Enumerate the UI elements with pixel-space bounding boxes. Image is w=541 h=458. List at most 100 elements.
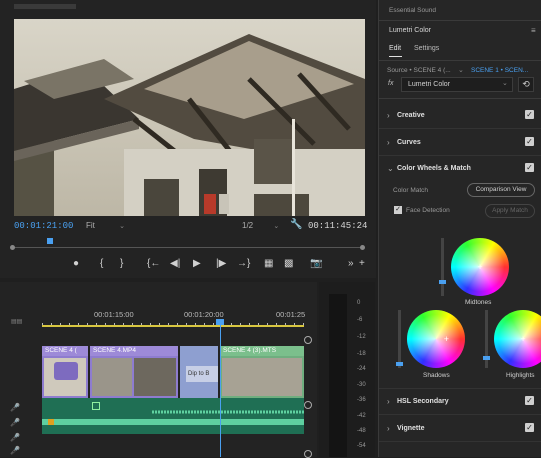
- extract-icon[interactable]: ▩: [284, 258, 293, 269]
- db-label: -48: [357, 428, 366, 434]
- lift-icon[interactable]: ▦: [264, 258, 273, 269]
- clip-title: SCENE 4 (3).MTS: [220, 346, 304, 356]
- highlights-slider[interactable]: [483, 310, 490, 368]
- section-color-wheels[interactable]: ⌄ Color Wheels & Match ✓: [387, 163, 534, 177]
- chevron-right-icon: ›: [387, 424, 390, 433]
- export-frame-icon[interactable]: 📷: [310, 258, 322, 269]
- more-icon[interactable]: »: [348, 258, 354, 269]
- crosshair-icon: +: [477, 262, 483, 272]
- enable-checkbox[interactable]: ✓: [525, 137, 534, 146]
- marker-icon[interactable]: ●: [73, 258, 79, 269]
- panel-menu-icon[interactable]: ≡: [531, 26, 536, 35]
- quality-dropdown[interactable]: 1/2 ⌄: [242, 221, 279, 230]
- quality-label: 1/2: [242, 221, 254, 230]
- apply-match-button[interactable]: Apply Match: [485, 204, 535, 218]
- db-label: -30: [357, 382, 366, 388]
- ruler-label: 00:01:20:00: [184, 310, 224, 319]
- midtones-wheel[interactable]: +: [451, 238, 509, 296]
- comparison-view-button[interactable]: Comparison View: [467, 183, 535, 197]
- track-end-handle[interactable]: [304, 401, 312, 409]
- duration-timecode: 00:11:45:24: [308, 221, 368, 231]
- section-label: HSL Secondary: [397, 398, 449, 405]
- section-label: Vignette: [397, 425, 425, 432]
- zoom-left-handle[interactable]: [10, 245, 15, 250]
- step-back-icon[interactable]: ◀|: [170, 258, 180, 269]
- section-label: Color Wheels & Match: [397, 165, 471, 172]
- tab-edit[interactable]: Edit: [389, 45, 401, 52]
- shadows-label: Shadows: [423, 372, 450, 379]
- source-selector[interactable]: Source • SCENE 4 (...: [387, 67, 451, 74]
- chevron-down-icon: ⌄: [119, 223, 125, 230]
- highlights-label: Highlights: [506, 372, 535, 379]
- section-vignette[interactable]: › Vignette ✓: [387, 423, 534, 437]
- fx-icon: fx: [388, 80, 394, 87]
- chevron-right-icon: ›: [387, 111, 390, 120]
- in-point-icon[interactable]: {: [100, 258, 103, 269]
- enable-checkbox[interactable]: ✓: [525, 163, 534, 172]
- reset-icon[interactable]: ⟲: [518, 77, 534, 92]
- chevron-down-icon: ⌄: [387, 164, 394, 173]
- effect-name: Lumetri Color: [408, 81, 451, 88]
- effect-dropdown[interactable]: Lumetri Color ⌄: [401, 77, 513, 92]
- out-point-icon[interactable]: }: [120, 258, 123, 269]
- chevron-down-icon: ⌄: [273, 223, 280, 230]
- transition-clip[interactable]: Dip to B: [180, 346, 218, 398]
- tab-settings[interactable]: Settings: [414, 45, 439, 52]
- step-forward-icon[interactable]: |▶: [216, 258, 226, 269]
- db-label: -24: [357, 366, 366, 372]
- audio-track[interactable]: [42, 398, 304, 434]
- db-label: -36: [357, 397, 366, 403]
- microphone-icon[interactable]: 🎤: [10, 446, 20, 455]
- timeline-settings-icon[interactable]: ▤▤: [11, 318, 22, 325]
- enable-checkbox[interactable]: ✓: [525, 423, 534, 432]
- db-label: -42: [357, 413, 366, 419]
- wrench-icon[interactable]: 🔧: [290, 219, 302, 230]
- scrub-bar[interactable]: [10, 236, 365, 250]
- building-image: [14, 19, 365, 216]
- fit-dropdown[interactable]: Fit ⌄: [86, 221, 125, 230]
- play-icon[interactable]: ▶: [193, 258, 201, 269]
- db-label: -12: [357, 334, 366, 340]
- shadows-wheel[interactable]: +: [407, 310, 465, 368]
- video-clip[interactable]: SCENE 4.MP4: [90, 346, 178, 398]
- transition-label: Dip to B: [186, 366, 218, 382]
- shadows-slider[interactable]: [396, 310, 403, 368]
- db-label: -18: [357, 351, 366, 357]
- section-creative[interactable]: › Creative ✓: [387, 110, 534, 124]
- audio-waveform: [42, 398, 304, 434]
- crosshair-icon: +: [443, 334, 450, 344]
- midtones-slider[interactable]: [439, 238, 446, 296]
- section-curves[interactable]: › Curves ✓: [387, 137, 534, 151]
- track-end-handle[interactable]: [304, 336, 312, 344]
- playhead-handle[interactable]: [47, 238, 53, 244]
- monitor-tab[interactable]: [14, 4, 76, 9]
- highlights-wheel[interactable]: +: [494, 310, 541, 368]
- timeline-ruler[interactable]: 00:01:15:00 00:01:20:00 00:01:25: [42, 304, 305, 328]
- keyframe-icon[interactable]: [92, 402, 100, 410]
- video-clip[interactable]: SCENE 4 (3).MTS: [220, 346, 304, 398]
- clip-title: SCENE 4 (: [42, 346, 88, 356]
- section-hsl-secondary[interactable]: › HSL Secondary ✓: [387, 396, 534, 410]
- zoom-right-handle[interactable]: [360, 245, 365, 250]
- color-match-label: Color Match: [393, 187, 429, 194]
- panel-title[interactable]: Lumetri Color: [389, 27, 431, 34]
- go-to-in-icon[interactable]: {←: [147, 258, 160, 269]
- microphone-icon[interactable]: 🎤: [10, 403, 20, 412]
- add-icon[interactable]: +: [359, 258, 365, 269]
- microphone-icon[interactable]: 🎤: [10, 418, 20, 427]
- microphone-icon[interactable]: 🎤: [10, 433, 20, 442]
- sequence-selector[interactable]: SCENE 1 • SCEN...: [471, 67, 528, 74]
- go-to-out-icon[interactable]: →}: [237, 258, 250, 269]
- essential-sound-tab[interactable]: Essential Sound: [389, 7, 436, 14]
- work-area-bar[interactable]: [42, 325, 304, 327]
- enable-checkbox[interactable]: ✓: [525, 110, 534, 119]
- face-detection-checkbox[interactable]: ✓: [394, 206, 402, 214]
- enable-checkbox[interactable]: ✓: [525, 396, 534, 405]
- chevron-down-icon[interactable]: ⌄: [458, 66, 464, 74]
- current-timecode[interactable]: 00:01:21:00: [14, 221, 73, 231]
- chevron-right-icon: ›: [387, 138, 390, 147]
- video-clip[interactable]: SCENE 4 (: [42, 346, 88, 398]
- fx-badge-icon[interactable]: [48, 419, 54, 425]
- video-frame[interactable]: [14, 19, 365, 216]
- db-label: 0: [357, 300, 361, 306]
